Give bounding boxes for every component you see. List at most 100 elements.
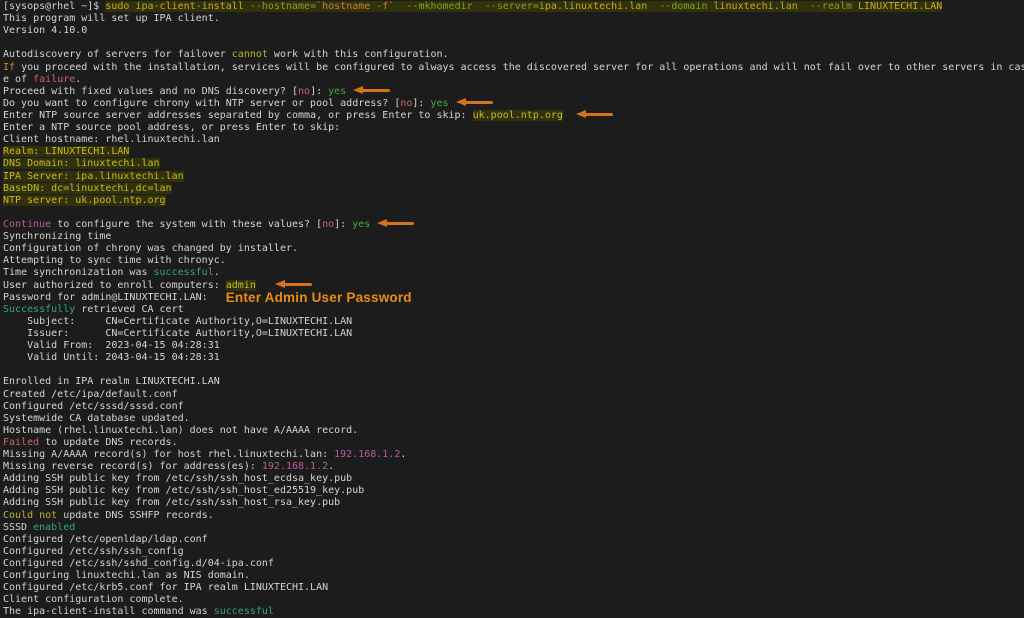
arrow-left-icon bbox=[353, 86, 391, 95]
command-flag-mkhomedir: --mkhomedir bbox=[394, 1, 472, 12]
terminal-line: Enrolled in IPA realm LINUXTECHI.LAN bbox=[3, 376, 1024, 388]
terminal-line: Missing reverse record(s) for address(es… bbox=[3, 461, 1024, 473]
terminal-text-segment: . bbox=[400, 449, 406, 460]
terminal-text-segment: Configured /etc/sssd/sssd.conf bbox=[3, 401, 184, 412]
ntp-server-summary: NTP server: uk.pool.ntp.org bbox=[3, 195, 166, 206]
terminal-text-segment: Systemwide CA database updated. bbox=[3, 413, 190, 424]
terminal-text-segment: . bbox=[75, 74, 81, 85]
cert-valid-from: Valid From: 2023-04-15 04:28:31 bbox=[3, 340, 220, 351]
terminal-text-segment bbox=[256, 280, 268, 291]
terminal-text-segment: Configuring linuxtechi.lan as NIS domain… bbox=[3, 570, 250, 581]
terminal-text-segment: ]: bbox=[412, 98, 430, 109]
terminal-text-segment: Could not bbox=[3, 510, 57, 521]
terminal-line: Time synchronization was successful. bbox=[3, 267, 1024, 279]
arrow-left-icon bbox=[275, 280, 313, 289]
terminal-text-segment: The ipa-client-install command was bbox=[3, 606, 214, 617]
terminal-text-segment: failure bbox=[33, 74, 75, 85]
terminal-text-segment: Synchronizing time bbox=[3, 231, 111, 242]
terminal-line: Issuer: CN=Certificate Authority,O=LINUX… bbox=[3, 328, 1024, 340]
client-hostname-text: Client hostname: rhel.linuxtechi.lan bbox=[3, 134, 220, 145]
terminal-text-segment: Configured /etc/openldap/ldap.conf bbox=[3, 534, 208, 545]
terminal-line: Subject: CN=Certificate Authority,O=LINU… bbox=[3, 316, 1024, 328]
command-flag-hostname: --hostname= bbox=[250, 1, 316, 12]
terminal-line: Client configuration complete. bbox=[3, 594, 1024, 606]
terminal-line: Configuring linuxtechi.lan as NIS domain… bbox=[3, 570, 1024, 582]
terminal-text-segment: Adding SSH public key from /etc/ssh/ssh_… bbox=[3, 485, 364, 496]
terminal-text-segment: Password for admin@LINUXTECHI.LAN: bbox=[3, 292, 208, 303]
final-status: successful bbox=[214, 606, 274, 617]
terminal-line: Hostname (rhel.linuxtechi.lan) does not … bbox=[3, 425, 1024, 437]
terminal-line: User authorized to enroll computers: adm… bbox=[3, 280, 1024, 292]
terminal-line bbox=[3, 207, 1024, 219]
command-domain-value: linuxtechi.lan bbox=[714, 1, 798, 12]
command-realm-value: LINUXTECHI.LAN bbox=[858, 1, 942, 12]
terminal-line: Do you want to configure chrony with NTP… bbox=[3, 98, 1024, 110]
answer-yes: yes bbox=[352, 219, 370, 230]
terminal-text-segment: Enter NTP source server addresses separa… bbox=[3, 110, 473, 121]
terminal-line: Configured /etc/ssh/sshd_config.d/04-ipa… bbox=[3, 558, 1024, 570]
arrow-left-icon bbox=[456, 98, 494, 107]
terminal-line: SSSD enabled bbox=[3, 522, 1024, 534]
terminal-text-segment: Configured /etc/krb5.conf for IPA realm … bbox=[3, 582, 328, 593]
terminal-line: Systemwide CA database updated. bbox=[3, 413, 1024, 425]
terminal-line: Proceed with fixed values and no DNS dis… bbox=[3, 86, 1024, 98]
terminal-line: Valid From: 2023-04-15 04:28:31 bbox=[3, 340, 1024, 352]
terminal-text-segment: Enter a NTP source pool address, or pres… bbox=[3, 122, 340, 133]
terminal-text-segment: . bbox=[214, 267, 220, 278]
terminal-line: Configured /etc/krb5.conf for IPA realm … bbox=[3, 582, 1024, 594]
terminal-text-segment: no bbox=[400, 98, 412, 109]
terminal-line: Adding SSH public key from /etc/ssh/ssh_… bbox=[3, 473, 1024, 485]
terminal-line: BaseDN: dc=linuxtechi,dc=lan bbox=[3, 183, 1024, 195]
terminal-line: Successfully retrieved CA cert bbox=[3, 304, 1024, 316]
command-name: sudo ipa-client-install bbox=[105, 1, 250, 12]
terminal-line: Adding SSH public key from /etc/ssh/ssh_… bbox=[3, 497, 1024, 509]
terminal-line: Version 4.10.0 bbox=[3, 25, 1024, 37]
terminal-text-segment: This program will set up IPA client. bbox=[3, 13, 220, 24]
terminal-line: Enter NTP source server addresses separa… bbox=[3, 110, 1024, 122]
terminal-text-segment: Created /etc/ipa/default.conf bbox=[3, 389, 178, 400]
command-flag-server: --server= bbox=[473, 1, 539, 12]
terminal-line: This program will set up IPA client. bbox=[3, 13, 1024, 25]
terminal-text-segment: retrieved CA cert bbox=[75, 304, 183, 315]
command-server-value: ipa.linuxtechi.lan bbox=[539, 1, 647, 12]
terminal-line: Continue to configure the system with th… bbox=[3, 219, 1024, 231]
basedn-summary: BaseDN: dc=linuxtechi,dc=lan bbox=[3, 183, 172, 194]
command-flag-domain: --domain bbox=[647, 1, 713, 12]
admin-password-annotation: Enter Admin User Password bbox=[226, 290, 412, 305]
terminal-line: Created /etc/ipa/default.conf bbox=[3, 389, 1024, 401]
terminal-text-segment: Missing A/AAAA record(s) for host rhel.l… bbox=[3, 449, 334, 460]
terminal-line: Synchronizing time bbox=[3, 231, 1024, 243]
terminal-text-segment: successful bbox=[154, 267, 214, 278]
terminal-text-segment: Failed bbox=[3, 437, 39, 448]
terminal-line: Realm: LINUXTECHI.LAN bbox=[3, 146, 1024, 158]
terminal-text-segment: Missing reverse record(s) for address(es… bbox=[3, 461, 262, 472]
terminal-text-segment: Hostname (rhel.linuxtechi.lan) does not … bbox=[3, 425, 358, 436]
terminal-text-segment: User authorized to enroll computers: bbox=[3, 280, 226, 291]
command-flag-realm: --realm bbox=[798, 1, 858, 12]
ip-address: 192.168.1.2 bbox=[262, 461, 328, 472]
version-text: Version 4.10.0 bbox=[3, 25, 87, 36]
terminal-text-segment: Successfully bbox=[3, 304, 75, 315]
terminal-text-segment: to configure the system with these value… bbox=[51, 219, 322, 230]
ntp-server-value: uk.pool.ntp.org bbox=[473, 110, 563, 121]
terminal-text-segment: Client configuration complete. bbox=[3, 594, 184, 605]
terminal-text-segment: ]: bbox=[310, 86, 328, 97]
terminal-text-segment: no bbox=[298, 86, 310, 97]
terminal-line: Configured /etc/ssh/ssh_config bbox=[3, 546, 1024, 558]
terminal-line: Autodiscovery of servers for failover ca… bbox=[3, 49, 1024, 61]
cert-issuer: Issuer: CN=Certificate Authority,O=LINUX… bbox=[3, 328, 352, 339]
terminal-line: Client hostname: rhel.linuxtechi.lan bbox=[3, 134, 1024, 146]
terminal-text-segment: . bbox=[328, 461, 334, 472]
terminal-line: Configured /etc/sssd/sssd.conf bbox=[3, 401, 1024, 413]
command-hostname-subshell: `hostname -f` bbox=[316, 1, 394, 12]
terminal-line: If you proceed with the installation, se… bbox=[3, 62, 1024, 74]
terminal-line: Configuration of chrony was changed by i… bbox=[3, 243, 1024, 255]
terminal-text-segment: ]: bbox=[334, 219, 352, 230]
terminal-text-segment bbox=[563, 110, 569, 121]
terminal-text-segment: cannot bbox=[232, 49, 268, 60]
terminal-text-segment: Do you want to configure chrony with NTP… bbox=[3, 98, 400, 109]
terminal-line: Attempting to sync time with chronyc. bbox=[3, 255, 1024, 267]
terminal-text-segment: SSSD bbox=[3, 522, 33, 533]
admin-user-value: admin bbox=[226, 280, 256, 291]
realm-summary: Realm: LINUXTECHI.LAN bbox=[3, 146, 129, 157]
